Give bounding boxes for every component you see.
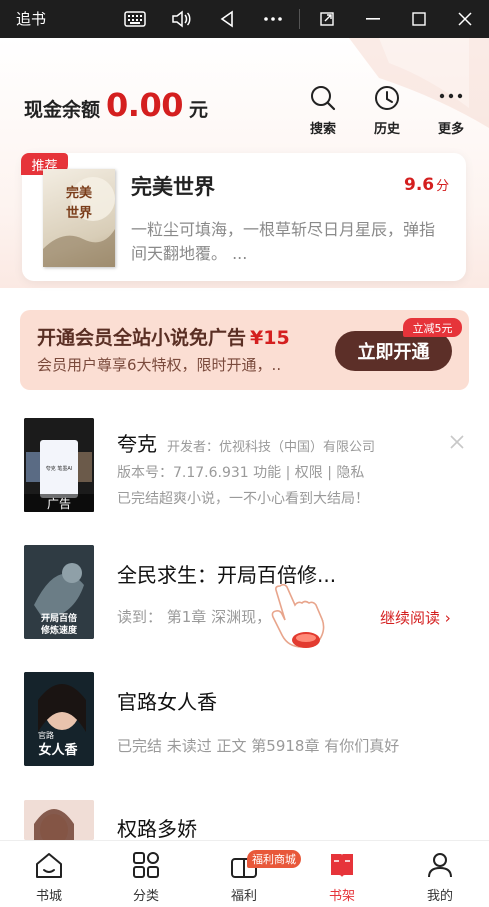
vip-title: 开通会员全站小说免广告 ¥15 xyxy=(37,327,290,349)
ad-meta: 版本号：7.17.6.931 功能 | 权限 | 隐私 xyxy=(117,465,365,481)
tab-profile[interactable]: 我的 xyxy=(410,851,470,904)
bookshelf-icon xyxy=(331,854,353,877)
ad-title[interactable]: 夸克 开发者：优视科技（中国）有限公司 xyxy=(117,428,375,457)
clock-icon xyxy=(375,86,399,110)
book-cover[interactable] xyxy=(24,800,94,840)
svg-text:完美: 完美 xyxy=(66,185,93,201)
window-titlebar: 追书 xyxy=(0,0,489,38)
svg-text:官路: 官路 xyxy=(38,730,54,740)
vip-subtitle: 会员用户尊享6大特权，限时开通，.. xyxy=(37,356,282,374)
close-icon[interactable] xyxy=(452,6,478,32)
svg-text:世界: 世界 xyxy=(66,205,92,221)
tab-label: 分类 xyxy=(132,889,159,904)
recommend-score: 9.6 分 xyxy=(404,175,450,195)
continue-reading-link[interactable]: 继续阅读 › xyxy=(380,607,451,628)
balance-label: 现金余额 xyxy=(24,99,101,121)
search-icon xyxy=(311,86,336,111)
discount-badge: 立减5元 xyxy=(403,318,462,337)
keyboard-icon[interactable] xyxy=(122,6,148,32)
search-button[interactable]: 搜索 xyxy=(301,84,345,137)
open-vip-button[interactable]: 立即开通 xyxy=(335,331,452,371)
divider xyxy=(299,9,300,29)
cash-balance[interactable]: 现金余额 0.00 元 xyxy=(24,86,208,124)
ad-developer: 开发者：优视科技（中国）有限公司 xyxy=(167,440,376,455)
balance-amount: 0.00 xyxy=(106,86,183,124)
pin-window-icon[interactable] xyxy=(314,6,340,32)
tab-bookshelf[interactable]: 书架 xyxy=(312,851,372,904)
ad-label: 广告 xyxy=(24,494,94,512)
tab-label: 我的 xyxy=(426,889,453,904)
history-label: 历史 xyxy=(373,122,400,137)
recommend-description: 一粒尘可填海，一根草斩尽日月星辰，弹指间天翻地覆。 ... xyxy=(131,220,436,263)
welfare-mall-badge: 福利商城 xyxy=(247,850,301,868)
ad-description: 已完结超爽小说，一不小心看到大结局！ xyxy=(117,491,369,507)
profile-icon xyxy=(428,853,452,878)
category-icon xyxy=(133,852,159,878)
book-cover[interactable]: 完美 世界 xyxy=(43,169,115,267)
reading-status: 已完结 未读过 正文 第5918章 有你们真好 xyxy=(117,737,400,755)
book-cover[interactable]: 女人香 官路 xyxy=(24,672,94,766)
svg-text:夸克 笔墨AI: 夸克 笔墨AI xyxy=(46,465,73,472)
more-label: 更多 xyxy=(437,122,464,137)
maximize-icon[interactable] xyxy=(406,6,432,32)
close-ad-icon[interactable] xyxy=(448,433,466,451)
svg-text:女人香: 女人香 xyxy=(38,742,78,758)
book-title[interactable]: 权路多娇 xyxy=(117,813,197,842)
svg-text:修炼速度: 修炼速度 xyxy=(40,624,78,636)
more-button[interactable]: 更多 xyxy=(429,84,473,137)
tap-hand-icon xyxy=(271,583,325,648)
tab-bookstore[interactable]: 书城 xyxy=(19,851,79,904)
book-cover[interactable]: 开局百倍 修炼速度 xyxy=(24,545,94,639)
window-title: 追书 xyxy=(16,10,47,28)
minimize-icon[interactable] xyxy=(360,6,386,32)
back-icon[interactable] xyxy=(214,6,240,32)
svg-text:开局百倍: 开局百倍 xyxy=(41,612,77,624)
tab-category[interactable]: 分类 xyxy=(116,851,176,904)
more-icon xyxy=(439,93,463,99)
book-title[interactable]: 官路女人香 xyxy=(117,686,217,715)
tab-label: 书城 xyxy=(35,889,62,904)
recommend-title[interactable]: 完美世界 xyxy=(131,171,215,201)
search-label: 搜索 xyxy=(309,122,336,137)
home-icon xyxy=(36,853,62,878)
tab-label: 书架 xyxy=(328,889,355,904)
more-options-icon[interactable] xyxy=(260,6,286,32)
balance-unit: 元 xyxy=(188,99,208,121)
tab-label: 福利 xyxy=(230,889,257,904)
history-button[interactable]: 历史 xyxy=(365,84,409,137)
volume-icon[interactable] xyxy=(168,6,194,32)
